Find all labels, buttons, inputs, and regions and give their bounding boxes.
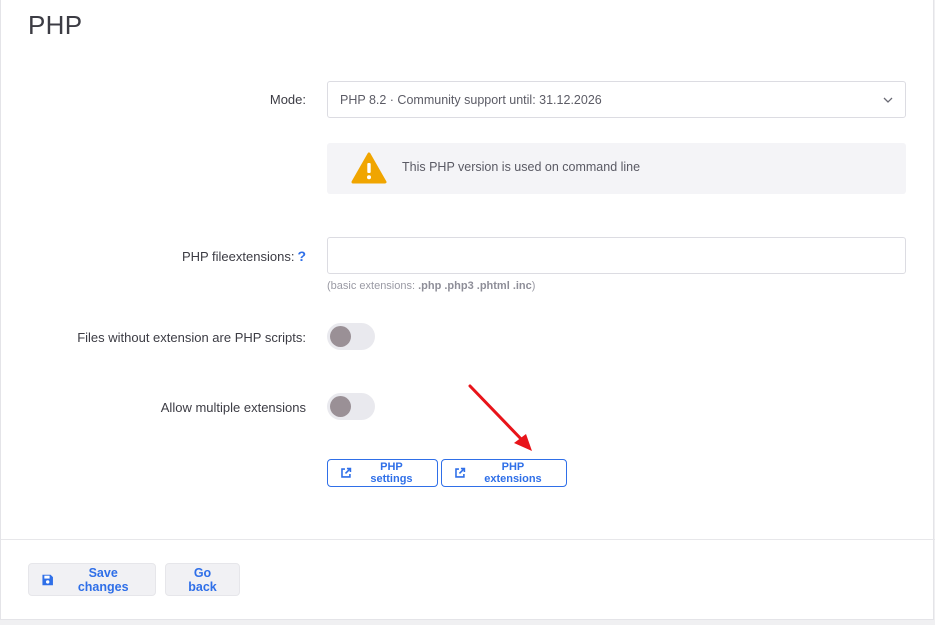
alert-text: This PHP version is used on command line xyxy=(402,160,641,174)
floppy-disk-icon xyxy=(42,574,53,585)
php-settings-button[interactable]: PHP settings xyxy=(327,459,438,487)
php-settings-panel: PHP Mode: PHP 8.2 · Community support un… xyxy=(0,0,935,620)
fileextensions-hint: (basic extensions: .php .php3 .phtml .in… xyxy=(327,280,535,292)
toggle-knob xyxy=(330,326,351,347)
php-settings-label: PHP settings xyxy=(370,461,413,485)
fileextensions-label-text: PHP fileextensions: xyxy=(181,249,295,264)
multiple-extensions-label: Allow multiple extensions xyxy=(160,400,306,415)
mode-select-value: PHP 8.2 · Community support until: 31.12… xyxy=(340,93,602,107)
fileextensions-label: PHP fileextensions:? xyxy=(182,248,306,264)
no-extension-toggle[interactable] xyxy=(327,323,375,350)
hint-extensions: .php .php3 .phtml .inc xyxy=(418,280,532,292)
save-changes-button[interactable]: Save changes xyxy=(28,563,156,596)
no-extension-label: Files without extension are PHP scripts: xyxy=(77,330,306,345)
footer-divider xyxy=(1,539,935,540)
go-back-label: Go back xyxy=(188,565,217,594)
fileextensions-input[interactable] xyxy=(327,237,906,274)
page-title: PHP xyxy=(28,10,83,40)
help-icon[interactable]: ? xyxy=(297,248,306,264)
warning-icon xyxy=(351,152,387,184)
cli-version-alert: This PHP version is used on command line xyxy=(327,143,906,194)
external-link-icon xyxy=(341,467,352,478)
external-link-icon xyxy=(455,467,466,478)
save-changes-label: Save changes xyxy=(77,565,129,594)
hint-suffix: ) xyxy=(531,280,536,292)
toggle-knob xyxy=(330,396,351,417)
mode-label: Mode: xyxy=(269,92,306,107)
php-extensions-button[interactable]: PHP extensions xyxy=(441,459,567,487)
mode-select[interactable]: PHP 8.2 · Community support until: 31.12… xyxy=(327,81,906,118)
php-extensions-label: PHP extensions xyxy=(484,461,542,485)
multiple-extensions-toggle[interactable] xyxy=(327,393,375,420)
hint-prefix: (basic extensions: xyxy=(327,280,419,292)
chevron-down-icon xyxy=(883,97,893,103)
red-arrow-icon xyxy=(468,384,532,451)
go-back-button[interactable]: Go back xyxy=(165,563,240,596)
